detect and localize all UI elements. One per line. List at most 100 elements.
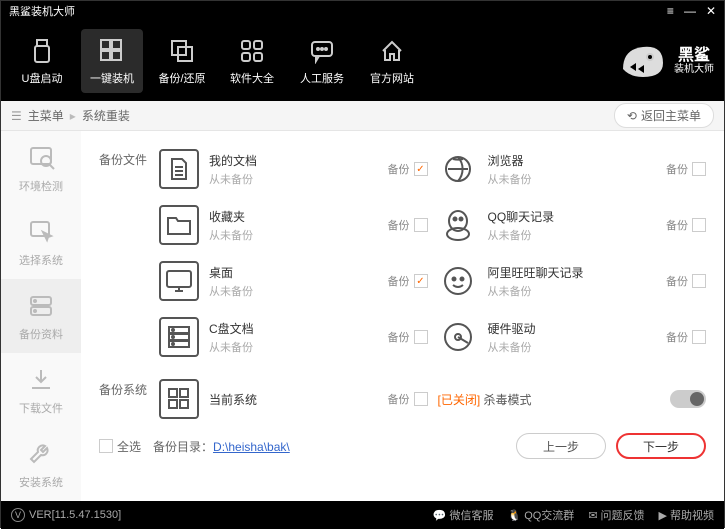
item-sub: 从未备份 <box>488 227 649 243</box>
section-system-label: 备份系统 <box>99 371 159 427</box>
checkbox[interactable] <box>99 439 113 453</box>
backup-label: 备份 <box>388 273 410 289</box>
item-mydocs: 我的文档从未备份 备份 <box>159 141 428 197</box>
sidebar-backup[interactable]: 备份资料 <box>1 279 81 353</box>
footer-help[interactable]: ▶ 帮助视频 <box>659 507 714 523</box>
footer-feedback[interactable]: ✉ 问题反馈 <box>588 507 644 523</box>
item-qq: QQ聊天记录从未备份 备份 <box>438 197 707 253</box>
list-icon: ☰ <box>11 109 22 123</box>
shark-icon <box>618 39 668 83</box>
dir-path-link[interactable]: D:\heisha\bak\ <box>213 440 290 454</box>
close-icon[interactable]: ✕ <box>706 4 716 18</box>
usb-icon <box>27 36 57 66</box>
nav-support[interactable]: 人工服务 <box>291 29 353 93</box>
breadcrumb: ☰ 主菜单 ▸ 系统重装 ⟲ 返回主菜单 <box>1 101 724 131</box>
version-icon: V <box>11 508 25 522</box>
antivirus-row: [已关闭] 杀毒模式 <box>438 371 707 427</box>
menu-icon[interactable]: ≡ <box>667 4 674 18</box>
next-button[interactable]: 下一步 <box>616 433 706 459</box>
checkbox[interactable] <box>414 392 428 406</box>
item-title: QQ聊天记录 <box>488 208 649 225</box>
apps-icon <box>237 36 267 66</box>
antivirus-label: 杀毒模式 <box>480 393 531 407</box>
checkbox[interactable] <box>414 274 428 288</box>
home-icon <box>377 36 407 66</box>
minimize-icon[interactable]: — <box>684 4 696 18</box>
sidebar-select-sys[interactable]: 选择系统 <box>1 205 81 279</box>
sidebar-env-check[interactable]: 环境检测 <box>1 131 81 205</box>
item-sub: 从未备份 <box>488 339 649 355</box>
footer-qq[interactable]: 🐧 QQ交流群 <box>507 507 574 523</box>
nav-label: U盘启动 <box>22 70 63 86</box>
item-sub: 从未备份 <box>209 283 370 299</box>
brand-logo: 黑鲨装机大师 <box>618 39 714 83</box>
breadcrumb-current: 系统重装 <box>82 107 130 124</box>
item-sub: 从未备份 <box>209 339 370 355</box>
nav-website[interactable]: 官方网站 <box>361 29 423 93</box>
drive-icon <box>25 290 57 322</box>
checkbox[interactable] <box>414 162 428 176</box>
item-sub: 从未备份 <box>488 283 649 299</box>
wangwang-icon <box>438 261 478 301</box>
copy-icon <box>167 36 197 66</box>
checkbox[interactable] <box>692 162 706 176</box>
backup-label: 备份 <box>388 391 410 407</box>
select-all[interactable]: 全选 <box>99 438 141 455</box>
document-icon <box>159 149 199 189</box>
nav-usb[interactable]: U盘启动 <box>11 29 73 93</box>
nav-label: 一键装机 <box>90 70 134 86</box>
checkbox[interactable] <box>414 330 428 344</box>
back-button[interactable]: ⟲ 返回主菜单 <box>614 103 714 128</box>
link-label: 问题反馈 <box>601 507 645 523</box>
server-icon <box>159 317 199 357</box>
backup-label: 备份 <box>666 161 688 177</box>
status-off: [已关闭] <box>438 393 481 407</box>
wrench-icon <box>25 438 57 470</box>
chat-icon <box>307 36 337 66</box>
sidebar-label: 环境检测 <box>19 178 63 194</box>
checkbox[interactable] <box>692 218 706 232</box>
sidebar-label: 选择系统 <box>19 252 63 268</box>
backup-label: 备份 <box>388 161 410 177</box>
back-label: 返回主菜单 <box>641 107 701 124</box>
item-title: 当前系统 <box>209 391 370 408</box>
backup-label: 备份 <box>388 329 410 345</box>
item-browser: 浏览器从未备份 备份 <box>438 141 707 197</box>
item-title: 桌面 <box>209 264 370 281</box>
nav-software[interactable]: 软件大全 <box>221 29 283 93</box>
item-title: 我的文档 <box>209 152 370 169</box>
section-files-label: 备份文件 <box>99 141 159 365</box>
download-icon <box>25 364 57 396</box>
checkbox[interactable] <box>414 218 428 232</box>
nav-label: 官方网站 <box>370 70 414 86</box>
sidebar-download[interactable]: 下载文件 <box>1 353 81 427</box>
item-title: C盘文档 <box>209 320 370 337</box>
qq-icon <box>438 205 478 245</box>
item-aliww: 阿里旺旺聊天记录从未备份 备份 <box>438 253 707 309</box>
brand-name: 黑鲨 <box>674 47 714 65</box>
footer-wechat[interactable]: 💬 微信客服 <box>433 507 494 523</box>
backup-dir: 备份目录：D:\heisha\bak\ <box>153 438 290 455</box>
link-label: 微信客服 <box>449 507 493 523</box>
backup-label: 备份 <box>666 329 688 345</box>
item-cdrive: C盘文档从未备份 备份 <box>159 309 428 365</box>
antivirus-toggle[interactable] <box>670 390 706 408</box>
checkbox[interactable] <box>692 330 706 344</box>
dir-label: 备份目录： <box>153 440 213 454</box>
nav-backup[interactable]: 备份/还原 <box>151 29 213 93</box>
backup-label: 备份 <box>666 273 688 289</box>
monitor-icon <box>159 261 199 301</box>
sidebar-install[interactable]: 安装系统 <box>1 427 81 501</box>
nav-label: 备份/还原 <box>158 70 205 86</box>
folder-icon <box>159 205 199 245</box>
checkbox[interactable] <box>692 274 706 288</box>
nav-label: 人工服务 <box>300 70 344 86</box>
breadcrumb-root[interactable]: 主菜单 <box>28 107 64 124</box>
nav-install[interactable]: 一键装机 <box>81 29 143 93</box>
item-title: 浏览器 <box>488 152 649 169</box>
prev-button[interactable]: 上一步 <box>516 433 606 459</box>
brand-sub: 装机大师 <box>674 64 714 75</box>
item-favorites: 收藏夹从未备份 备份 <box>159 197 428 253</box>
item-desktop: 桌面从未备份 备份 <box>159 253 428 309</box>
backup-label: 备份 <box>666 217 688 233</box>
